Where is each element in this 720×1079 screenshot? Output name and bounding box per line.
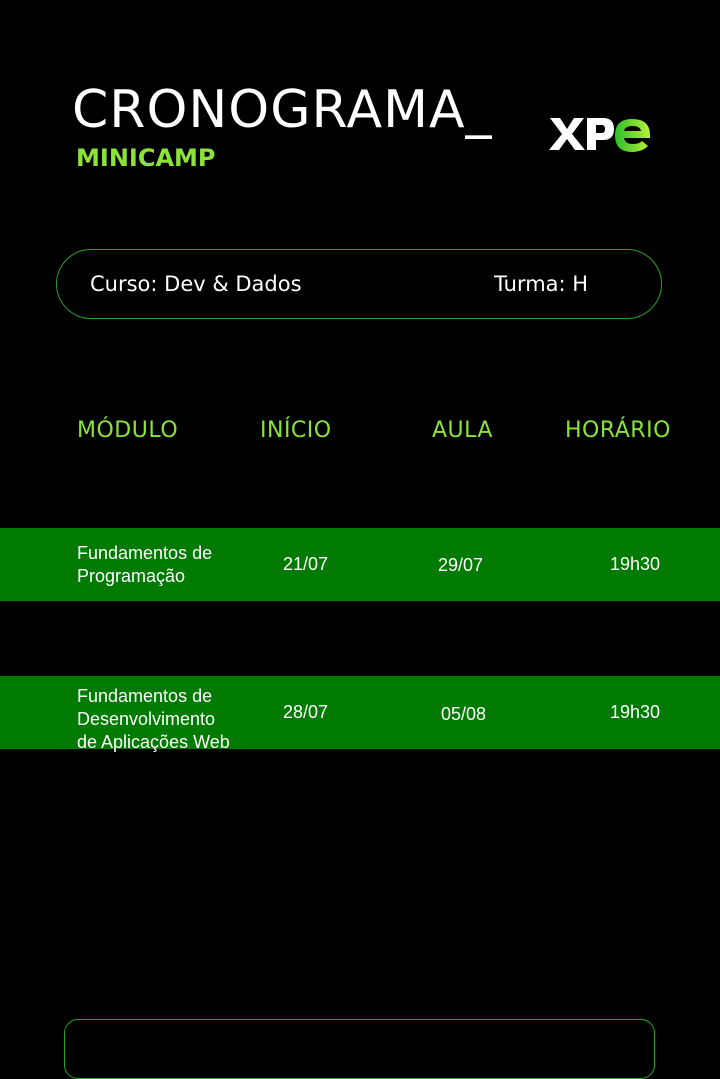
course-label: Curso: Dev & Dados: [90, 272, 302, 296]
column-header-horario: HORÁRIO: [565, 418, 671, 443]
class-time: 19h30: [610, 702, 661, 722]
class-date: 05/08: [441, 704, 487, 724]
bottom-outline-box: [64, 1019, 655, 1079]
table-row: Fundamentos de Desenvolvimento de Aplica…: [0, 676, 720, 752]
xpe-logo: [549, 118, 650, 152]
class-label: Turma: H: [494, 272, 589, 296]
column-header-aula: AULA: [432, 418, 493, 443]
module-name: Fundamentos de Desenvolvimento de Aplica…: [77, 686, 230, 752]
page-subtitle: MINICAMP: [76, 144, 216, 172]
module-name: Fundamentos de Programação: [77, 543, 213, 586]
table-row: Fundamentos de Programação 21/07 29/07 1…: [0, 528, 720, 601]
start-date: 21/07: [283, 554, 329, 574]
start-date: 28/07: [283, 702, 329, 722]
page-title: CRONOGRAMA_: [72, 80, 493, 140]
class-date: 29/07: [438, 555, 484, 575]
class-time: 19h30: [610, 554, 661, 574]
column-header-modulo: MÓDULO: [77, 418, 179, 443]
column-header-inicio: INÍCIO: [260, 418, 332, 443]
course-info-pill: Curso: Dev & Dados Turma: H: [56, 249, 662, 319]
